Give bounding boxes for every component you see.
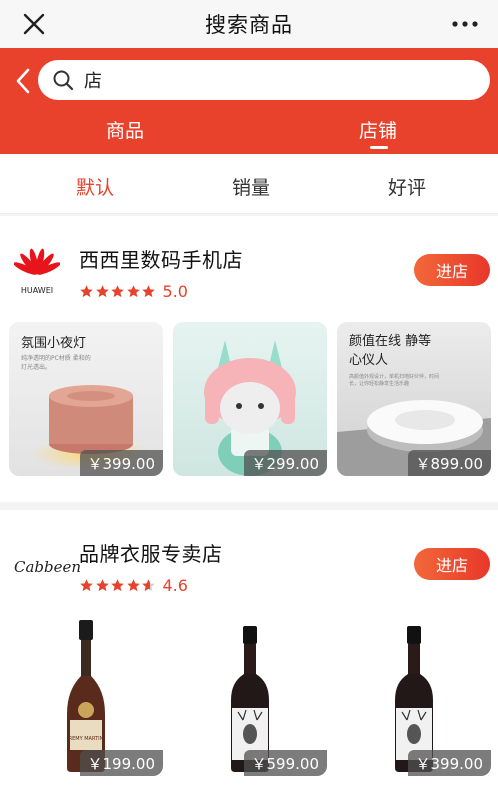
product-wine-bottle[interactable]: ￥599.00 xyxy=(173,616,327,776)
star-icon xyxy=(126,285,140,298)
product-caption: 颜值在线 静等心仪人 xyxy=(349,334,432,368)
star-icon xyxy=(80,285,93,298)
shop-card[interactable]: HUAWEI 西西里数码手机店 5.0 进店 氛围小夜灯 纯净透明的PC材质 柔… xyxy=(0,216,498,502)
product-price: ￥899.00 xyxy=(407,450,491,476)
rating-value: 5.0 xyxy=(162,282,188,301)
star-icon xyxy=(111,579,124,592)
tab-goods[interactable]: 商品 xyxy=(106,116,144,143)
active-tab-indicator xyxy=(370,146,388,149)
search-header: 店 商品 店铺 xyxy=(0,48,498,154)
rating-value: 4.6 xyxy=(162,576,188,595)
product-robot-vacuum[interactable]: 颜值在线 静等心仪人 高颜值外观设计，单机扫地好伙伴，时间长，让你轻松静享生活乐… xyxy=(337,322,491,476)
star-icon xyxy=(80,579,93,592)
product-wine-bottle[interactable]: ￥399.00 xyxy=(337,616,491,776)
sort-default[interactable]: 默认 xyxy=(76,173,114,200)
search-value: 店 xyxy=(84,71,102,92)
enter-shop-button[interactable]: 进店 xyxy=(414,254,490,286)
cabbeen-logo: Cabbeen xyxy=(14,558,82,576)
search-input[interactable]: 店 xyxy=(38,60,490,100)
sort-sales[interactable]: 销量 xyxy=(232,173,270,200)
sort-bar: 默认 销量 好评 xyxy=(0,154,498,214)
product-price: ￥299.00 xyxy=(243,450,327,476)
huawei-logo: HUAWEI xyxy=(14,248,60,295)
star-icon xyxy=(95,579,109,592)
enter-shop-button[interactable]: 进店 xyxy=(414,548,490,580)
star-half-icon xyxy=(142,579,155,592)
product-night-light[interactable]: 氛围小夜灯 纯净透明的PC材质 柔和的灯光透出。 ￥399.00 xyxy=(9,322,163,476)
top-bar: 搜索商品 xyxy=(0,0,498,48)
svg-text:HUAWEI: HUAWEI xyxy=(21,286,53,295)
product-price: ￥199.00 xyxy=(79,750,163,776)
chevron-left-icon[interactable] xyxy=(12,66,34,96)
close-icon[interactable] xyxy=(20,10,48,38)
shop-name: 品牌衣服专卖店 xyxy=(79,542,223,566)
sort-rating[interactable]: 好评 xyxy=(388,173,426,200)
tabs: 商品 店铺 xyxy=(0,112,498,152)
svg-text:REMY MARTIN: REMY MARTIN xyxy=(69,736,104,742)
shop-card[interactable]: Cabbeen 品牌衣服专卖店 4.6 进店 REMY MARTIN ￥199.… xyxy=(0,510,498,801)
shop-name: 西西里数码手机店 xyxy=(79,248,243,272)
page-title: 搜索商品 xyxy=(205,13,293,37)
star-rating: 4.6 xyxy=(79,576,188,595)
star-icon xyxy=(95,285,109,298)
tab-shops[interactable]: 店铺 xyxy=(359,116,397,143)
product-price: ￥399.00 xyxy=(407,750,491,776)
product-subcaption: 高颜值外观设计，单机扫地好伙伴，时间长，让你轻松静享生活乐趣 xyxy=(349,374,440,387)
product-caption: 氛围小夜灯 xyxy=(21,336,87,351)
more-icon[interactable] xyxy=(450,14,480,34)
product-price: ￥599.00 xyxy=(243,750,327,776)
product-subcaption: 纯净透明的PC材质 柔和的灯光透出。 xyxy=(21,355,91,371)
star-rating: 5.0 xyxy=(79,282,188,301)
star-icon xyxy=(111,285,124,298)
product-cognac-bottle[interactable]: REMY MARTIN ￥199.00 xyxy=(9,616,163,776)
product-price: ￥399.00 xyxy=(79,450,163,476)
search-icon xyxy=(53,70,74,91)
star-icon xyxy=(126,579,140,592)
star-icon xyxy=(142,285,155,298)
product-figure-toy[interactable]: ￥299.00 xyxy=(173,322,327,476)
